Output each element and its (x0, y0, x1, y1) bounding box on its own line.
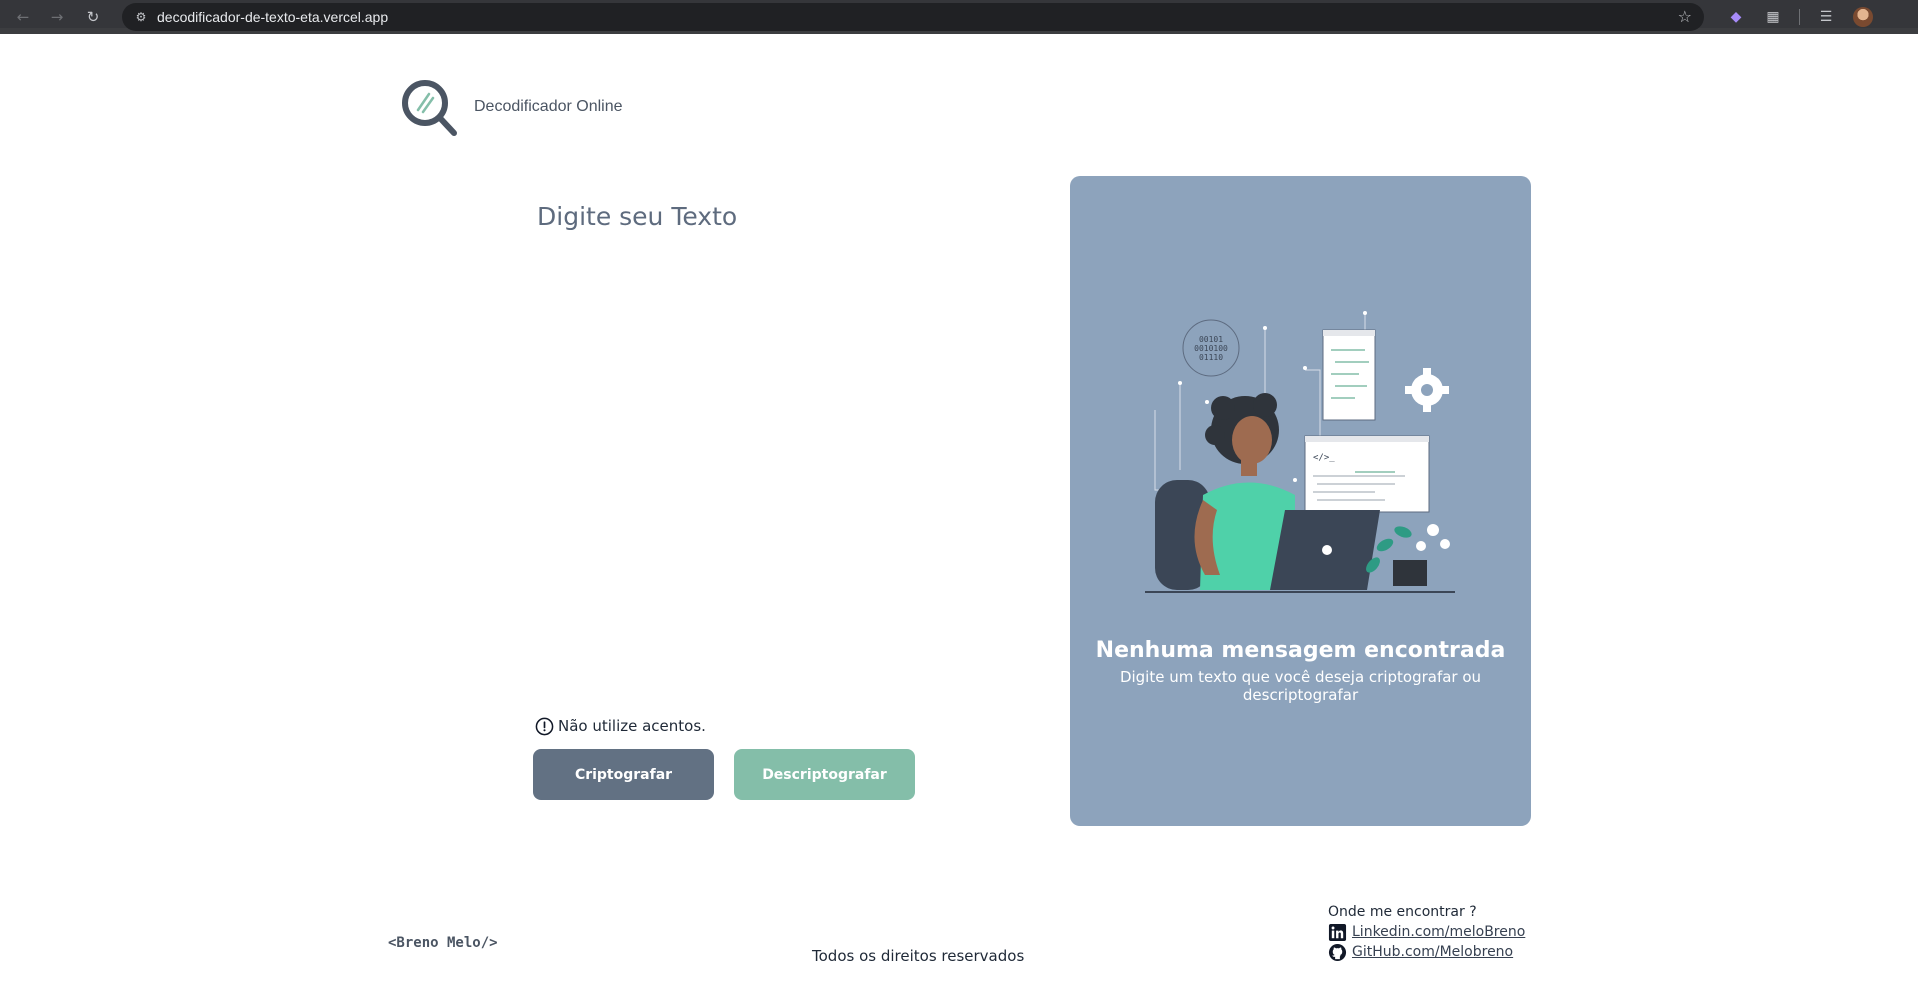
linkedin-row: Linkedin.com/meloBreno (1328, 922, 1525, 942)
encrypt-button[interactable]: Criptografar (533, 749, 714, 800)
svg-text:00101: 00101 (1199, 335, 1223, 344)
browser-toolbar: ← → ↻ ⚙ decodificador-de-texto-eta.verce… (0, 0, 1918, 34)
developer-at-laptop-illustration: 00101 0010100 01110 </>_ (1145, 311, 1455, 593)
svg-text:</>_: </>_ (1313, 453, 1335, 463)
address-bar[interactable]: ⚙ decodificador-de-texto-eta.vercel.app … (122, 3, 1704, 31)
linkedin-link[interactable]: Linkedin.com/meloBreno (1352, 924, 1525, 940)
empty-state-title: Nenhuma mensagem encontrada (1095, 638, 1506, 663)
forward-arrow-icon[interactable]: → (47, 7, 67, 27)
tune-icon[interactable]: ⚙ (132, 8, 150, 26)
linkedin-icon (1328, 923, 1347, 941)
contact-title: Onde me encontrar ? (1328, 904, 1477, 920)
footer-signature: <Breno Melo/> (388, 935, 498, 951)
back-arrow-icon[interactable]: ← (13, 7, 33, 27)
puzzle-icon[interactable]: ▦ (1763, 7, 1783, 27)
url-text[interactable]: decodificador-de-texto-eta.vercel.app (157, 9, 388, 25)
hint-message: Não utilize acentos. (535, 716, 706, 736)
avatar[interactable] (1853, 7, 1873, 27)
decrypt-button[interactable]: Descriptografar (734, 749, 915, 800)
hint-text: Não utilize acentos. (558, 717, 706, 735)
svg-text:01110: 01110 (1199, 353, 1223, 362)
star-icon[interactable]: ☆ (1678, 7, 1692, 27)
footer-rights: Todos os direitos reservados (812, 947, 1025, 965)
contact-section: Onde me encontrar ? Linkedin.com/meloBre… (1328, 904, 1525, 962)
magnifier-logo (402, 80, 457, 136)
github-row: GitHub.com/Melobreno (1328, 942, 1525, 962)
output-panel: 00101 0010100 01110 </>_ Nenhuma mensage… (1070, 176, 1531, 826)
svg-text:0010100: 0010100 (1194, 344, 1228, 353)
toolbar-divider (1799, 9, 1800, 25)
github-link[interactable]: GitHub.com/Melobreno (1352, 944, 1513, 960)
github-icon (1328, 943, 1347, 961)
text-input-placeholder[interactable]: Digite seu Texto (537, 202, 737, 231)
alert-circle-icon (535, 717, 554, 735)
reload-icon[interactable]: ↻ (83, 7, 103, 27)
empty-state-subtitle: Digite um texto que você deseja criptogr… (1119, 668, 1482, 704)
brand-name: Decodificador Online (474, 98, 623, 115)
extension-icon[interactable]: ◆ (1726, 7, 1746, 27)
page: Decodificador Online Digite seu Texto Nã… (0, 40, 1918, 986)
playlist-icon[interactable]: ☰ (1816, 7, 1836, 27)
